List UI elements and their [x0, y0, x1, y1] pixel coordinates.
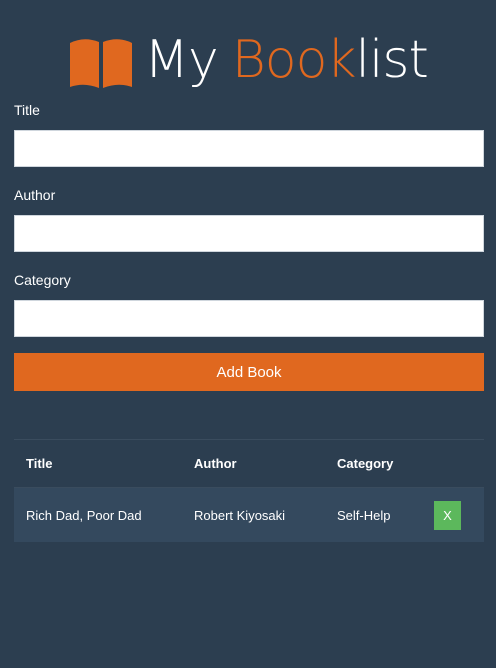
- author-label: Author: [14, 187, 56, 203]
- table-row: Rich Dad, Poor Dad Robert Kiyosaki Self-…: [14, 488, 484, 542]
- table-header: Title Author Category: [14, 440, 484, 488]
- add-book-button[interactable]: Add Book: [14, 353, 484, 391]
- logo-word-my: My: [144, 30, 219, 90]
- book-form: Title Author Category: [14, 100, 484, 355]
- delete-button[interactable]: X: [434, 501, 461, 530]
- row-title: Rich Dad, Poor Dad: [26, 507, 142, 523]
- row-author: Robert Kiyosaki: [194, 507, 286, 523]
- open-book-icon: [70, 39, 133, 88]
- title-input[interactable]: [14, 130, 484, 167]
- app-logo-text: My Book list: [144, 30, 429, 90]
- author-group: Author: [14, 185, 484, 270]
- header-category: Category: [337, 456, 394, 471]
- book-table: Title Author Category Rich Dad, Poor Dad…: [14, 439, 484, 542]
- logo-word-book: Book: [231, 30, 357, 90]
- row-category: Self-Help: [337, 507, 391, 523]
- app-header: My Book list: [0, 28, 496, 92]
- title-group: Title: [14, 100, 484, 185]
- logo-word-list: list: [355, 30, 429, 90]
- category-group: Category: [14, 270, 484, 355]
- title-label: Title: [14, 102, 40, 118]
- author-input[interactable]: [14, 215, 484, 252]
- header-title: Title: [26, 456, 53, 471]
- category-input[interactable]: [14, 300, 484, 337]
- category-label: Category: [14, 272, 71, 288]
- header-author: Author: [194, 456, 237, 471]
